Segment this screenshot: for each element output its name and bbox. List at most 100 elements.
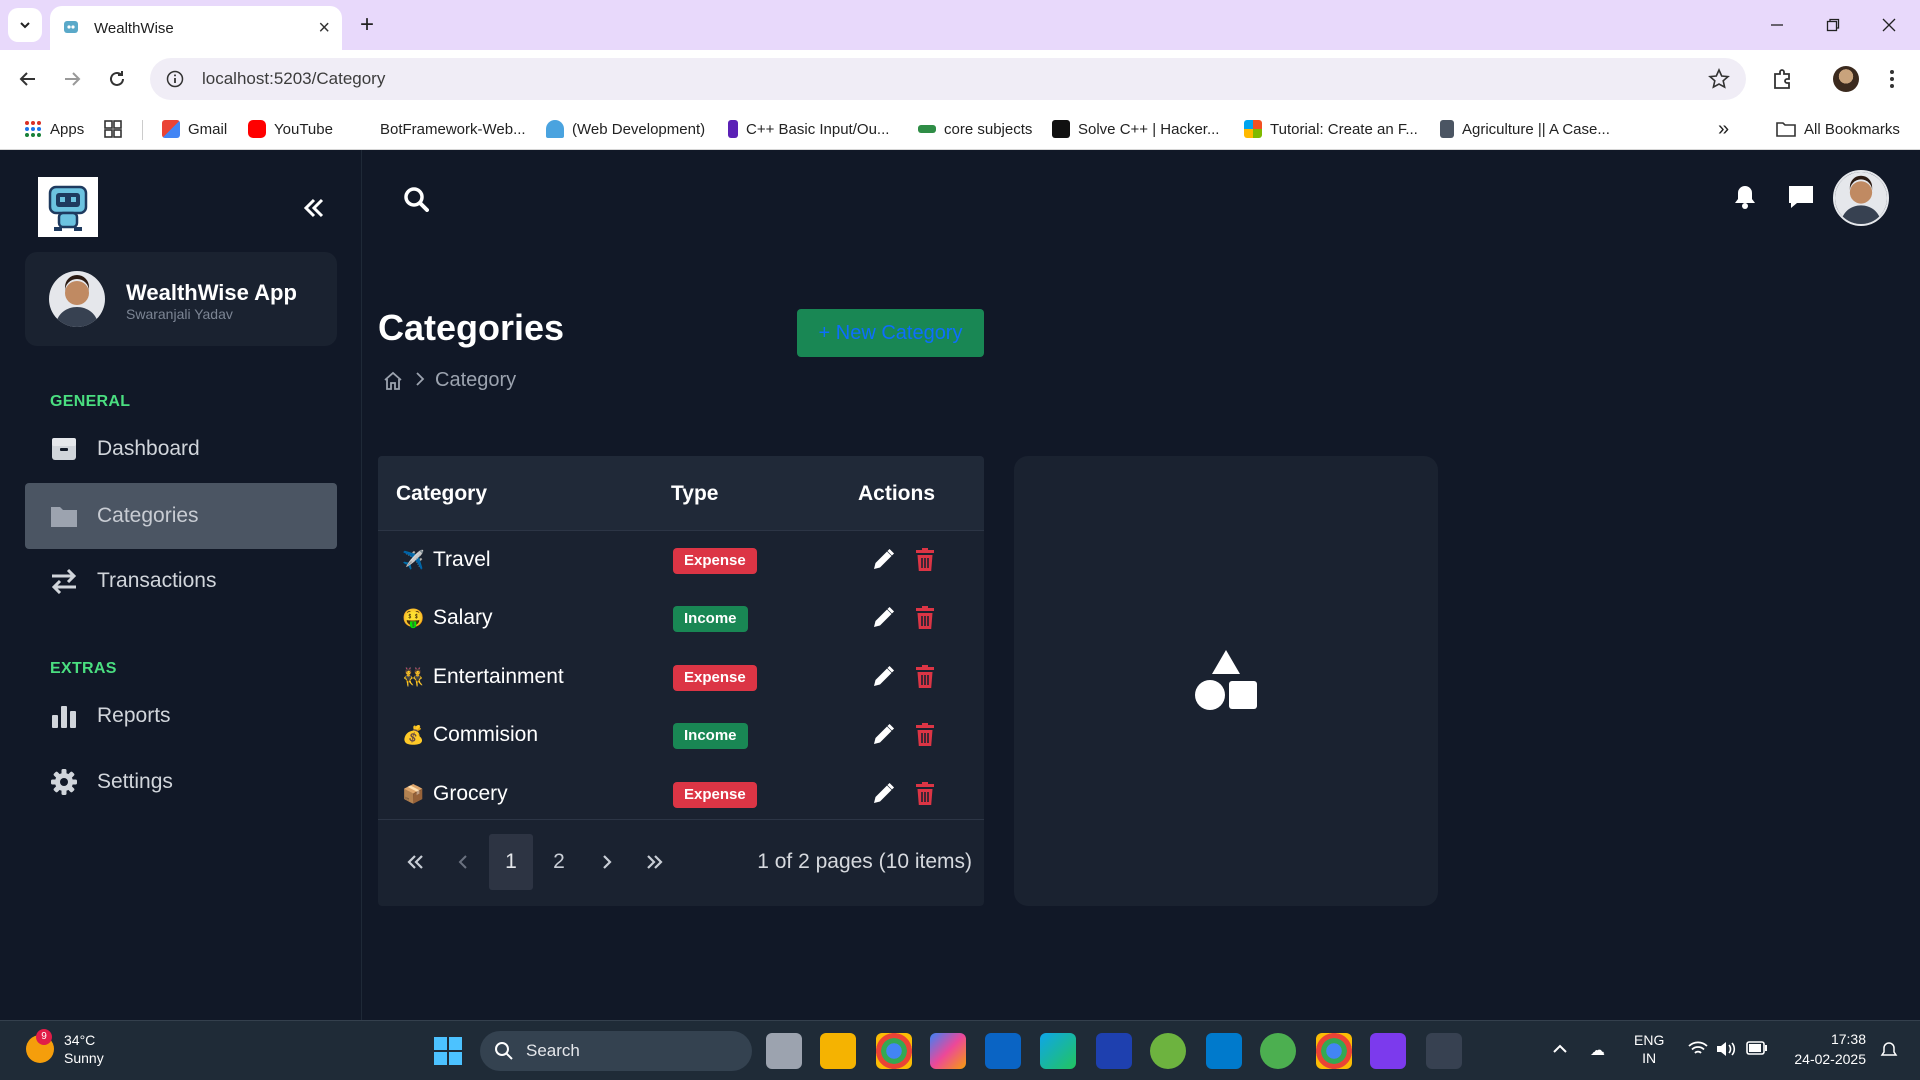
language-indicator[interactable]: ENG IN [1634, 1031, 1664, 1067]
tab-search-button[interactable] [8, 8, 42, 42]
url-text[interactable]: localhost:5203/Category [202, 69, 385, 89]
volume-icon[interactable] [1716, 1041, 1736, 1061]
address-bar[interactable]: localhost:5203/Category [150, 58, 1746, 100]
robot-logo-icon [48, 185, 88, 231]
sidebar-item-transactions[interactable]: Transactions [25, 548, 337, 614]
edit-pencil-icon[interactable] [870, 722, 896, 753]
delete-trash-icon[interactable] [914, 547, 936, 578]
more-vertical-icon [1890, 70, 1894, 88]
table-header: Category Type Actions [378, 456, 984, 531]
minimize-button[interactable] [1762, 12, 1792, 38]
delete-trash-icon[interactable] [914, 722, 936, 753]
edit-pencil-icon[interactable] [870, 547, 896, 578]
home-icon[interactable] [383, 371, 403, 391]
spring-icon[interactable] [1150, 1033, 1186, 1069]
avatar-image [49, 271, 105, 327]
bookmark-botframework[interactable]: BotFramework-Web... [380, 118, 526, 140]
back-button[interactable] [12, 63, 44, 95]
restore-button[interactable] [1818, 12, 1848, 38]
bookmark-agriculture[interactable]: Agriculture || A Case... [1440, 118, 1610, 140]
chrome-profile-icon[interactable] [1316, 1033, 1352, 1069]
visual-studio-icon[interactable] [1370, 1033, 1406, 1069]
profile-card[interactable]: WealthWise App Swaranjali Yadav [25, 252, 337, 346]
start-button[interactable] [430, 1033, 466, 1069]
bookmark-web-development[interactable]: (Web Development) [546, 118, 705, 140]
bookmark-gmail[interactable]: Gmail [162, 118, 227, 140]
all-bookmarks-button[interactable]: All Bookmarks [1776, 118, 1900, 140]
weather-condition: Sunny [64, 1050, 104, 1066]
outlook-icon[interactable] [985, 1033, 1021, 1069]
new-tab-button[interactable]: + [352, 10, 382, 40]
taskbar-search[interactable]: Search [480, 1031, 752, 1071]
file-explorer-icon[interactable] [820, 1033, 856, 1069]
clock[interactable]: 17:38 24-02-2025 [1786, 1029, 1866, 1069]
edit-pencil-icon[interactable] [870, 664, 896, 695]
reload-button[interactable] [101, 63, 133, 95]
bookmark-label: Apps [50, 120, 85, 138]
last-page-button[interactable] [633, 834, 677, 890]
weather-widget[interactable]: 9 34°C Sunny [26, 1029, 104, 1067]
extensions-button[interactable] [1766, 63, 1798, 95]
copilot-icon[interactable] [930, 1033, 966, 1069]
bookmark-cpp-basic[interactable]: C++ Basic Input/Ou... [728, 118, 889, 140]
page-button[interactable]: 1 [489, 834, 533, 890]
sidebar-item-dashboard[interactable]: Dashboard [25, 416, 337, 482]
show-hidden-icons-button[interactable] [1552, 1041, 1568, 1058]
delete-trash-icon[interactable] [914, 664, 936, 695]
column-header-type[interactable]: Type [671, 482, 718, 506]
profile-button[interactable] [1830, 63, 1862, 95]
bookmark-core-subjects[interactable]: core subjects [918, 118, 1032, 140]
next-page-button[interactable] [585, 834, 629, 890]
bookmark-grid-app[interactable] [104, 118, 122, 140]
edit-pencil-icon[interactable] [870, 605, 896, 636]
first-page-button[interactable] [393, 834, 437, 890]
page-button[interactable]: 2 [537, 834, 581, 890]
collapse-sidebar-button[interactable] [296, 190, 332, 226]
notifications-button[interactable] [1733, 184, 1757, 215]
forward-button[interactable] [56, 63, 88, 95]
swap-arrows-icon [49, 566, 79, 596]
breadcrumb: Category [383, 369, 516, 392]
notification-center-icon[interactable] [1880, 1041, 1898, 1063]
edge-icon[interactable] [1040, 1033, 1076, 1069]
site-info-icon[interactable] [166, 70, 184, 88]
terminal-icon[interactable] [1426, 1033, 1462, 1069]
search-button[interactable] [403, 186, 429, 217]
wifi-icon[interactable] [1688, 1041, 1708, 1061]
sidebar-item-reports[interactable]: Reports [25, 683, 337, 749]
bookmark-youtube[interactable]: YouTube [248, 118, 333, 140]
tab-close-icon[interactable]: × [318, 18, 330, 38]
user-avatar[interactable] [1833, 170, 1889, 226]
new-category-button[interactable]: + New Category [797, 309, 984, 357]
section-title-extras: EXTRAS [50, 660, 117, 677]
bookmark-tutorial[interactable]: Tutorial: Create an F... [1244, 118, 1418, 140]
messages-button[interactable] [1787, 184, 1815, 215]
spring-tools-icon[interactable] [1260, 1033, 1296, 1069]
close-icon [1882, 18, 1896, 32]
app-logo[interactable] [38, 177, 98, 237]
main-content: Categories + New Category Category Categ… [363, 150, 1920, 1020]
delete-trash-icon[interactable] [914, 781, 936, 812]
sidebar-item-settings[interactable]: Settings [25, 749, 337, 815]
edit-pencil-icon[interactable] [870, 781, 896, 812]
prev-page-button[interactable] [441, 834, 485, 890]
chrome-icon[interactable] [876, 1033, 912, 1069]
column-header-category[interactable]: Category [396, 482, 487, 506]
sidebar-item-categories[interactable]: Categories [25, 483, 337, 549]
learn-app-icon[interactable] [1096, 1033, 1132, 1069]
onedrive-icon[interactable]: ☁ [1590, 1041, 1605, 1059]
more-bookmarks-button[interactable]: » [1718, 118, 1729, 140]
shapes-icon [1195, 650, 1257, 710]
close-window-button[interactable] [1874, 12, 1904, 38]
browser-menu-button[interactable] [1876, 63, 1908, 95]
bookmark-star-icon[interactable] [1708, 68, 1730, 90]
delete-trash-icon[interactable] [914, 605, 936, 636]
browser-tab[interactable]: WealthWise × [50, 6, 342, 50]
battery-icon[interactable] [1746, 1041, 1768, 1059]
task-view-icon[interactable] [766, 1033, 802, 1069]
dashboard-box-icon [49, 434, 79, 464]
bookmark-apps[interactable]: Apps [24, 118, 84, 140]
category-emoji-icon: ✈️ [402, 550, 425, 570]
bookmark-hackerrank[interactable]: Solve C++ | Hacker... [1052, 118, 1219, 140]
vscode-icon[interactable] [1206, 1033, 1242, 1069]
